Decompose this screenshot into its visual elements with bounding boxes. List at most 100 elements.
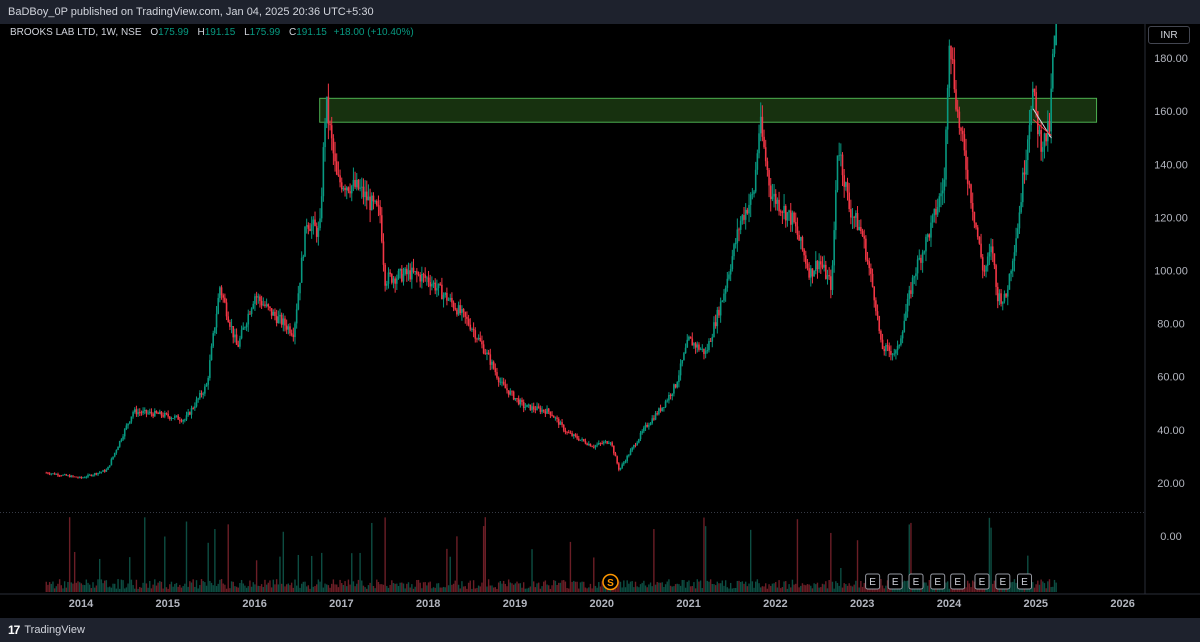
- volume-bar: [556, 584, 558, 592]
- candle-body: [384, 264, 386, 286]
- candle-body: [968, 183, 971, 185]
- candle-body: [861, 231, 864, 237]
- price-chart[interactable]: 0.00 20.00 40.00 60.00 80.00 100.00 120.00 140.…: [0, 24, 1200, 618]
- candle-body: [289, 326, 291, 334]
- candle-body: [165, 413, 168, 414]
- candle-body: [860, 226, 862, 232]
- volume-bar: [214, 529, 216, 592]
- candle-body: [444, 292, 447, 295]
- candle-body: [666, 400, 669, 402]
- candle-body: [128, 421, 131, 424]
- volume-bar: [456, 536, 458, 592]
- candle-body: [998, 293, 1001, 302]
- candle-body: [653, 418, 655, 420]
- volume-bar: [112, 583, 114, 592]
- candle-body: [436, 288, 438, 291]
- candle-body: [304, 226, 306, 257]
- candle-body: [324, 122, 326, 148]
- volume-bar: [63, 581, 66, 592]
- candle-body: [1010, 270, 1012, 274]
- candle-body: [581, 439, 583, 440]
- candle-body: [212, 333, 215, 347]
- candle-body: [709, 341, 712, 342]
- candle-body: [754, 169, 757, 192]
- candle-body: [683, 353, 685, 361]
- x-tick-label: 2021: [676, 598, 700, 610]
- candle-body: [105, 469, 108, 472]
- candle-body: [457, 305, 460, 315]
- candle-body: [412, 267, 415, 272]
- candle-body: [429, 282, 432, 287]
- volume-bar: [966, 580, 969, 592]
- candle-body: [85, 476, 88, 478]
- candle-body: [479, 337, 482, 342]
- candle-body: [1001, 301, 1004, 304]
- resistance-zone[interactable]: [319, 97, 1098, 123]
- volume-bar: [790, 587, 792, 592]
- candle-body: [340, 182, 343, 190]
- volume-bar: [339, 579, 341, 592]
- volume-bar: [105, 580, 108, 592]
- candle-body: [734, 242, 737, 245]
- volume-bar: [598, 582, 600, 592]
- candle-body: [996, 286, 999, 302]
- volume-bar: [285, 584, 288, 592]
- volume-bar: [187, 586, 189, 592]
- volume-bar: [72, 583, 74, 592]
- volume-bar: [389, 584, 391, 592]
- volume-bar: [426, 585, 428, 592]
- volume-bar: [344, 581, 346, 592]
- volume-bar: [529, 586, 532, 592]
- candle-body: [546, 408, 548, 414]
- volume-bar: [701, 588, 703, 592]
- volume-bar: [801, 583, 804, 592]
- volume-bar: [778, 580, 780, 592]
- candle-body: [799, 237, 802, 241]
- candle-body: [961, 130, 964, 135]
- candle-body: [265, 304, 268, 306]
- volume-bar: [421, 588, 423, 592]
- candle-body: [613, 445, 615, 454]
- candle-body: [963, 134, 966, 151]
- volume-bar: [726, 587, 729, 592]
- candle-body: [921, 252, 924, 263]
- candle-body: [658, 408, 660, 415]
- candle-body: [978, 236, 981, 244]
- candle-body: [202, 393, 204, 395]
- volume-bar: [589, 583, 592, 592]
- time-axis[interactable]: 2014 2015 2016 2017 2018 2019 2020 2021 2022 2023…: [69, 598, 1135, 610]
- volume-bar: [708, 581, 710, 592]
- resistance-zone-box[interactable]: [319, 97, 1098, 123]
- volume-bar: [484, 517, 486, 592]
- volume-bar: [736, 580, 739, 592]
- volume-bar: [703, 517, 705, 592]
- candle-body: [986, 256, 989, 266]
- candle-body: [768, 169, 770, 186]
- volume-bar: [174, 583, 176, 592]
- volume-bar: [302, 581, 305, 592]
- volume-bar: [551, 585, 553, 592]
- candle-body: [467, 318, 470, 325]
- candle-body: [93, 473, 96, 475]
- candle-body: [386, 283, 388, 286]
- candle-body: [517, 398, 520, 405]
- volume-bar: [257, 585, 259, 592]
- publish-info: BaDBoy_0P published on TradingView.com, …: [8, 6, 374, 18]
- candle-body: [509, 391, 512, 395]
- volume-bar: [676, 583, 678, 592]
- candle-body: [113, 452, 116, 457]
- candle-body: [748, 204, 750, 214]
- tradingview-logo-icon[interactable]: 17: [8, 623, 20, 637]
- volume-bar: [651, 586, 653, 592]
- volume-bar: [739, 581, 742, 592]
- candle-body: [721, 300, 724, 302]
- footer-brand[interactable]: TradingView: [24, 624, 85, 636]
- candle-body: [200, 392, 203, 395]
- volume-bar: [688, 580, 690, 592]
- candle-body: [769, 185, 772, 200]
- candle-body: [801, 237, 804, 250]
- candle-body: [908, 290, 911, 299]
- volume-bar: [773, 583, 775, 592]
- volume-bar: [751, 581, 754, 592]
- volume-bar: [310, 555, 313, 592]
